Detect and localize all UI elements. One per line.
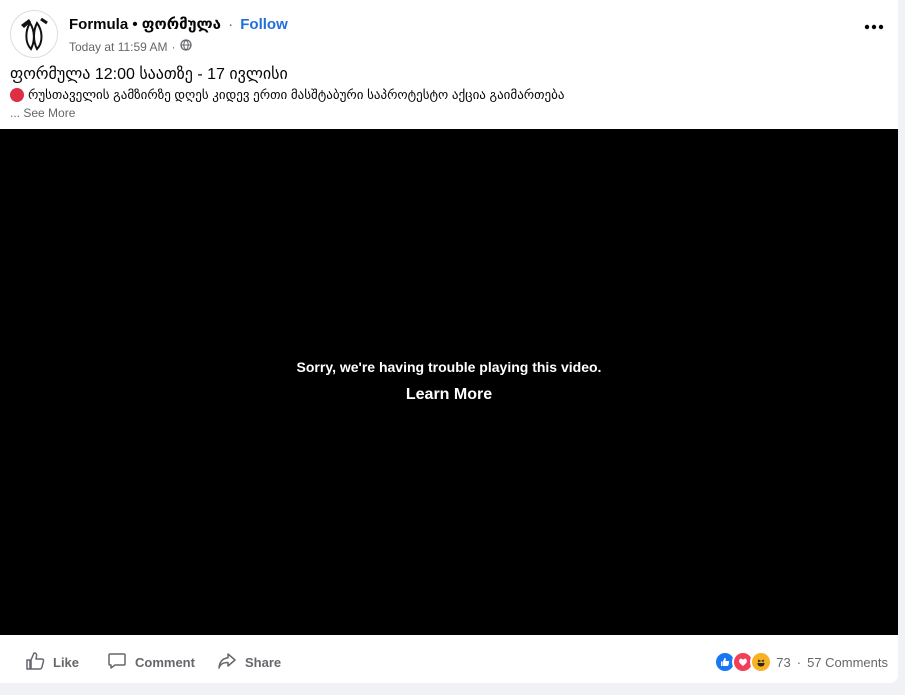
page-avatar[interactable] <box>10 10 58 58</box>
comment-icon <box>107 651 127 674</box>
share-button[interactable]: Share <box>217 651 281 674</box>
like-label: Like <box>53 655 80 670</box>
post-actions-bar: Like Comment Share 73 · 57 Comments <box>0 635 898 683</box>
comments-count[interactable]: 57 Comments <box>807 655 888 670</box>
red-circle-icon <box>10 88 24 102</box>
see-more-link[interactable]: ... See More <box>10 106 75 120</box>
learn-more-link[interactable]: Learn More <box>0 386 898 404</box>
name-separator: · <box>228 16 234 33</box>
post-card: Formula • ფორმულა · Follow Today at 11:5… <box>0 0 898 683</box>
comment-button[interactable]: Comment <box>107 651 195 674</box>
post-body-text: რუსთაველის გამზირზე დღეს კიდევ ერთი მასშ… <box>28 87 565 102</box>
reactions-summary: 73 · 57 Comments <box>714 651 888 673</box>
follow-button[interactable]: Follow <box>240 16 288 33</box>
comment-label: Comment <box>135 655 195 670</box>
reaction-count[interactable]: 73 <box>776 655 790 670</box>
like-button[interactable]: Like <box>25 651 79 674</box>
post-meta: Today at 11:59 AM · <box>69 39 192 54</box>
share-icon <box>217 651 237 674</box>
like-icon <box>25 651 45 674</box>
video-player[interactable]: Sorry, we're having trouble playing this… <box>0 129 898 635</box>
share-label: Share <box>245 655 282 670</box>
page-name[interactable]: Formula • ფორმულა <box>69 16 221 33</box>
post-header: Formula • ფორმულა · Follow Today at 11:5… <box>10 10 888 60</box>
reaction-icons[interactable] <box>714 651 773 673</box>
meta-separator: · <box>171 39 176 54</box>
page-name-row: Formula • ფორმულა · Follow <box>69 15 288 33</box>
post-title: ფორმულა 12:00 საათზე - 17 ივლისი <box>10 66 288 83</box>
haha-reaction-icon <box>750 651 773 673</box>
more-options-icon[interactable] <box>860 15 888 39</box>
video-error-message: Sorry, we're having trouble playing this… <box>296 359 602 375</box>
post-body: რუსთაველის გამზირზე დღეს კიდევ ერთი მასშ… <box>10 87 565 103</box>
stats-separator: · <box>796 654 802 670</box>
post-timestamp[interactable]: Today at 11:59 AM <box>69 40 168 54</box>
globe-icon <box>179 39 192 54</box>
